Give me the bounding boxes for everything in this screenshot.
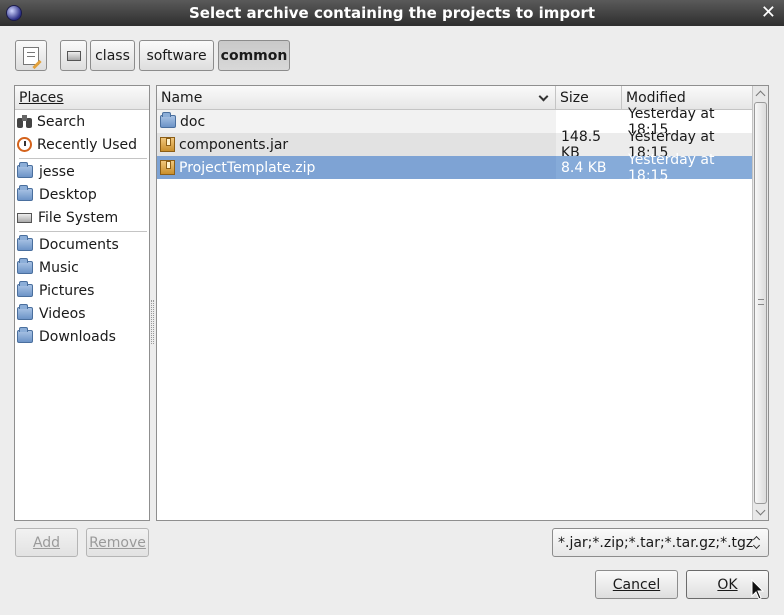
add-button[interactable]: Add bbox=[15, 528, 78, 557]
column-header-name[interactable]: Name bbox=[157, 86, 556, 110]
separator bbox=[19, 231, 147, 232]
add-button-label: Add bbox=[32, 534, 61, 551]
window-title: Select archive containing the projects t… bbox=[188, 4, 596, 22]
sidebar-item-label: Recently Used bbox=[37, 136, 138, 153]
cancel-button[interactable]: Cancel bbox=[595, 570, 678, 599]
places-header[interactable]: Places bbox=[15, 86, 149, 110]
sidebar-item-downloads[interactable]: Downloads bbox=[17, 325, 116, 348]
close-icon[interactable]: ✕ bbox=[761, 2, 776, 23]
clock-icon bbox=[17, 137, 32, 152]
places-header-label: Places bbox=[19, 90, 64, 106]
sidebar-item-music[interactable]: Music bbox=[17, 256, 79, 279]
sidebar-item-documents[interactable]: Documents bbox=[17, 233, 119, 256]
sidebar-item-label: File System bbox=[38, 209, 119, 226]
file-name-cell: doc bbox=[157, 110, 556, 133]
file-row-projecttemplate-zip[interactable]: ProjectTemplate.zip 8.4 KB Yesterday at … bbox=[157, 152, 752, 184]
scroll-up-icon[interactable] bbox=[755, 90, 766, 101]
grip-icon bbox=[758, 299, 764, 305]
pictures-folder-icon bbox=[17, 281, 33, 297]
file-name: components.jar bbox=[179, 136, 289, 153]
scrollbar-thumb[interactable] bbox=[754, 102, 767, 504]
videos-folder-icon bbox=[17, 304, 33, 320]
column-header-size[interactable]: Size bbox=[556, 86, 622, 110]
documents-folder-icon bbox=[17, 235, 33, 251]
archive-icon bbox=[160, 160, 175, 175]
sidebar-item-label: Downloads bbox=[39, 328, 116, 345]
path-segment-common[interactable]: common bbox=[218, 40, 290, 71]
archive-icon bbox=[160, 137, 175, 152]
remove-button-label: Remove bbox=[89, 534, 146, 551]
ok-button-label: OK bbox=[717, 576, 738, 593]
sidebar-item-label: Music bbox=[39, 259, 79, 276]
file-name: doc bbox=[180, 113, 206, 130]
sidebar-item-desktop[interactable]: Desktop bbox=[17, 183, 97, 206]
pane-splitter-handle[interactable] bbox=[151, 300, 154, 344]
home-folder-icon bbox=[17, 162, 33, 178]
sidebar-item-videos[interactable]: Videos bbox=[17, 302, 86, 325]
path-segment-label: common bbox=[220, 47, 288, 64]
drive-icon bbox=[17, 212, 32, 223]
file-name: ProjectTemplate.zip bbox=[179, 159, 316, 176]
music-folder-icon bbox=[17, 258, 33, 274]
sidebar-item-label: Videos bbox=[39, 305, 86, 322]
path-segment-software[interactable]: software bbox=[139, 40, 214, 71]
sidebar-item-jesse[interactable]: jesse bbox=[17, 160, 75, 183]
binoculars-icon bbox=[17, 115, 32, 128]
file-type-filter-select[interactable]: *.jar;*.zip;*.tar;*.tar.gz;*.tgz bbox=[552, 528, 769, 557]
scroll-down-icon[interactable] bbox=[755, 505, 766, 516]
sidebar-item-search[interactable]: Search bbox=[17, 110, 85, 133]
file-size: 8.4 KB bbox=[561, 159, 607, 176]
root-drive-button[interactable] bbox=[60, 40, 87, 71]
drive-icon bbox=[66, 50, 81, 61]
cancel-button-label: Cancel bbox=[612, 576, 661, 593]
type-location-button[interactable] bbox=[15, 40, 47, 71]
folder-icon bbox=[160, 112, 176, 128]
file-name-cell: ProjectTemplate.zip bbox=[157, 156, 556, 179]
edit-icon bbox=[23, 46, 42, 69]
path-segment-class[interactable]: class bbox=[90, 40, 135, 71]
separator bbox=[19, 158, 147, 159]
path-segment-label: class bbox=[95, 47, 130, 64]
places-panel: Places Search Recently Used jesse Deskto… bbox=[14, 85, 150, 521]
file-name-cell: components.jar bbox=[157, 133, 556, 156]
column-header-label: Size bbox=[560, 90, 589, 106]
file-modified: Yesterday at 18:15 bbox=[628, 151, 715, 184]
filter-value: *.jar;*.zip;*.tar;*.tar.gz;*.tgz bbox=[558, 534, 754, 551]
sidebar-item-file-system[interactable]: File System bbox=[17, 206, 118, 229]
file-list-panel: Name Size Modified doc Yesterday at 18:1… bbox=[156, 85, 769, 521]
sidebar-item-label: Pictures bbox=[39, 282, 95, 299]
sidebar-item-label: jesse bbox=[39, 163, 75, 180]
mouse-cursor-icon bbox=[751, 579, 765, 600]
updown-chevron-icon bbox=[752, 534, 762, 551]
desktop-folder-icon bbox=[17, 185, 33, 201]
sort-chevron-down-icon bbox=[538, 91, 549, 102]
column-header-label: Modified bbox=[626, 90, 686, 106]
sidebar-item-label: Desktop bbox=[39, 186, 97, 203]
sidebar-item-label: Search bbox=[37, 113, 86, 130]
column-header-label: Name bbox=[161, 90, 203, 106]
remove-button[interactable]: Remove bbox=[86, 528, 149, 557]
vertical-scrollbar[interactable] bbox=[752, 86, 768, 520]
path-segment-label: software bbox=[146, 47, 207, 64]
sidebar-item-label: Documents bbox=[39, 236, 119, 253]
sidebar-item-recently-used[interactable]: Recently Used bbox=[17, 133, 137, 156]
downloads-folder-icon bbox=[17, 327, 33, 343]
sidebar-item-pictures[interactable]: Pictures bbox=[17, 279, 94, 302]
eclipse-icon bbox=[6, 5, 22, 21]
title-bar: Select archive containing the projects t… bbox=[0, 0, 784, 26]
